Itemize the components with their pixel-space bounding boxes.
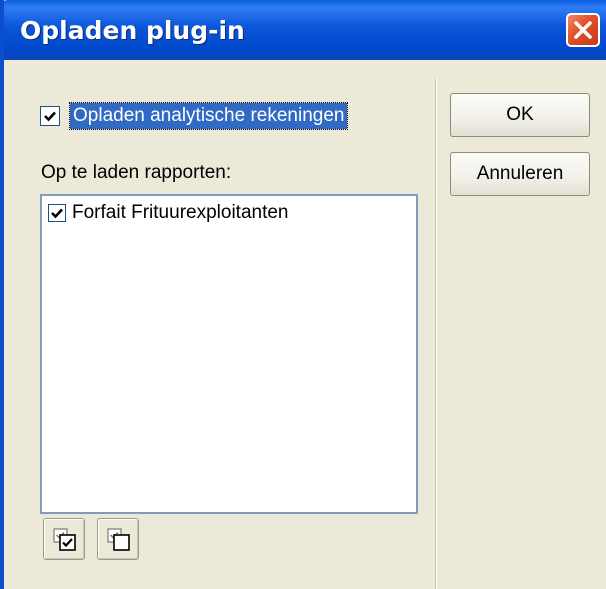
checkmark-icon xyxy=(51,208,63,219)
dialog-window: Opladen plug-in Opladen analytische reke… xyxy=(0,0,606,589)
cancel-button[interactable]: Annuleren xyxy=(450,152,590,196)
load-analytic-accounts-checkbox[interactable] xyxy=(40,106,60,126)
report-checkbox[interactable] xyxy=(48,204,66,222)
reports-list-label: Op te laden rapporten: xyxy=(41,162,232,183)
report-label: Forfait Frituurexploitanten xyxy=(72,202,289,223)
window-title: Opladen plug-in xyxy=(20,16,245,45)
uncheck-all-button[interactable] xyxy=(97,518,139,560)
window-border-left xyxy=(0,0,4,589)
divider xyxy=(436,78,437,589)
reports-listbox[interactable]: Forfait Frituurexploitanten xyxy=(40,194,418,514)
title-bar[interactable]: Opladen plug-in xyxy=(0,0,606,60)
close-button[interactable] xyxy=(566,13,600,47)
check-all-button[interactable] xyxy=(43,518,85,560)
checkmark-icon xyxy=(44,111,56,122)
uncheck-all-icon xyxy=(107,528,130,551)
close-icon xyxy=(574,21,592,39)
load-analytic-accounts-label[interactable]: Opladen analytische rekeningen xyxy=(68,102,349,130)
check-all-icon xyxy=(53,528,76,551)
ok-button[interactable]: OK xyxy=(450,93,590,137)
load-analytic-accounts-option[interactable]: Opladen analytische rekeningen xyxy=(40,102,370,132)
